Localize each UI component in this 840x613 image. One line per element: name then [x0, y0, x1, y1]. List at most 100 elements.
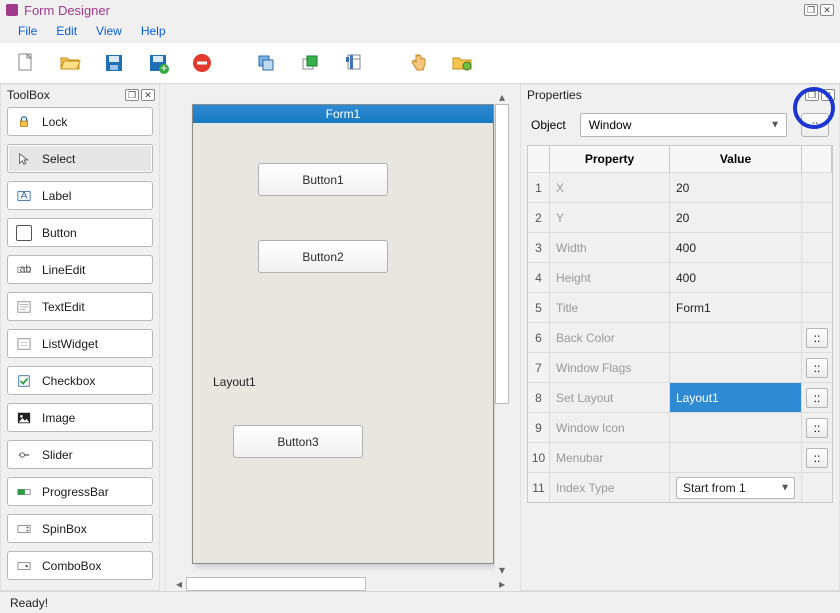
tool-textedit-icon: [16, 299, 32, 315]
toolbox-panel: ToolBox ❐ ✕ Lock Select ALabel Button abLine…: [0, 84, 160, 591]
tool-spinbox[interactable]: SpinBox: [7, 514, 153, 543]
tool-lineedit[interactable]: abLineEdit: [7, 255, 153, 284]
property-row[interactable]: 8Set LayoutLayout1::: [528, 382, 832, 412]
property-value-cell[interactable]: [670, 353, 802, 382]
horizontal-scroll-thumb[interactable]: [186, 577, 366, 591]
designer-form[interactable]: Form1 Button1 Button2 Layout1 Button3: [192, 104, 494, 564]
object-more-button[interactable]: ::: [801, 113, 829, 137]
property-ext-cell: [802, 293, 832, 322]
tool-item-label: Button: [42, 226, 77, 240]
horizontal-scrollbar[interactable]: ◂ ▸: [172, 577, 509, 591]
property-value-combo[interactable]: Start from 1▼: [676, 477, 795, 499]
tool-lock[interactable]: Lock: [7, 107, 153, 136]
tool-combobox[interactable]: ComboBox: [7, 551, 153, 580]
toolbox-list[interactable]: Lock Select ALabel Button abLineEdit TextEdit…: [1, 105, 159, 590]
chevron-down-icon: ▼: [770, 120, 780, 131]
menu-file[interactable]: File: [10, 22, 45, 40]
property-value-cell[interactable]: Start from 1▼: [670, 473, 802, 502]
menu-help[interactable]: Help: [133, 22, 174, 40]
open-folder-icon[interactable]: [54, 47, 86, 79]
app-title: Form Designer: [24, 3, 110, 18]
property-ext-cell: ::: [802, 353, 832, 382]
property-value-cell[interactable]: [670, 323, 802, 352]
tool-image[interactable]: Image: [7, 403, 153, 432]
vertical-scroll-thumb[interactable]: [495, 104, 509, 404]
property-value-cell[interactable]: [670, 443, 802, 472]
property-value-cell[interactable]: Form1: [670, 293, 802, 322]
form-button1[interactable]: Button1: [258, 163, 388, 196]
property-more-button[interactable]: ::: [806, 328, 828, 348]
save-icon[interactable]: [98, 47, 130, 79]
property-more-button[interactable]: ::: [806, 358, 828, 378]
toolbox-close-button[interactable]: ✕: [141, 89, 155, 101]
bring-front-icon[interactable]: [294, 47, 326, 79]
toolbox-header: ToolBox ❐ ✕: [1, 85, 159, 105]
properties-float-button[interactable]: ❐: [805, 89, 819, 101]
property-more-button[interactable]: ::: [806, 418, 828, 438]
scroll-down-icon[interactable]: ▾: [495, 563, 509, 577]
send-back-icon[interactable]: [338, 47, 370, 79]
vertical-scrollbar[interactable]: ▴ ▾: [495, 90, 509, 577]
tool-item-label: Label: [42, 189, 71, 203]
scroll-right-icon[interactable]: ▸: [495, 577, 509, 591]
tool-textedit[interactable]: TextEdit: [7, 292, 153, 321]
scroll-up-icon[interactable]: ▴: [495, 90, 509, 104]
tool-slider[interactable]: Slider: [7, 440, 153, 469]
window-restore-button[interactable]: ❐: [804, 4, 818, 16]
row-number: 5: [528, 293, 550, 322]
project-folder-icon[interactable]: [446, 47, 478, 79]
property-value: 400: [676, 271, 696, 285]
property-value-cell[interactable]: 400: [670, 233, 802, 262]
property-row[interactable]: 2Y20: [528, 202, 832, 232]
row-number: 10: [528, 443, 550, 472]
properties-close-button[interactable]: ✕: [821, 89, 835, 101]
property-value-cell[interactable]: 400: [670, 263, 802, 292]
property-row[interactable]: 4Height400: [528, 262, 832, 292]
property-more-button[interactable]: ::: [806, 448, 828, 468]
property-row[interactable]: 11Index TypeStart from 1▼: [528, 472, 832, 502]
delete-icon[interactable]: [186, 47, 218, 79]
window-close-button[interactable]: ✕: [820, 4, 834, 16]
tool-label[interactable]: ALabel: [7, 181, 153, 210]
svg-text:+: +: [160, 61, 167, 75]
property-row[interactable]: 1X20: [528, 172, 832, 202]
tool-image-icon: [16, 410, 32, 426]
property-row[interactable]: 10Menubar::: [528, 442, 832, 472]
menu-edit[interactable]: Edit: [48, 22, 85, 40]
hand-cursor-icon[interactable]: [402, 47, 434, 79]
property-row[interactable]: 9Window Icon::: [528, 412, 832, 442]
row-number: 9: [528, 413, 550, 442]
property-value-cell[interactable]: 20: [670, 173, 802, 202]
tool-button[interactable]: Button: [7, 218, 153, 247]
property-value: 20: [676, 211, 689, 225]
tool-checkbox[interactable]: Checkbox: [7, 366, 153, 395]
status-bar: Ready!: [0, 591, 840, 613]
new-file-icon[interactable]: [10, 47, 42, 79]
property-value-cell[interactable]: Layout1: [670, 383, 802, 412]
form-layout-label[interactable]: Layout1: [213, 375, 256, 389]
property-value-cell[interactable]: 20: [670, 203, 802, 232]
property-row[interactable]: 3Width400: [528, 232, 832, 262]
menu-view[interactable]: View: [88, 22, 130, 40]
duplicate-icon[interactable]: [250, 47, 282, 79]
form-button2[interactable]: Button2: [258, 240, 388, 273]
tool-select[interactable]: Select: [7, 144, 153, 173]
properties-object-row: Object Window ▼ ::: [521, 105, 839, 145]
form-body[interactable]: Button1 Button2 Layout1 Button3: [193, 123, 493, 563]
property-more-button[interactable]: ::: [806, 388, 828, 408]
tool-progressbar[interactable]: ProgressBar: [7, 477, 153, 506]
property-value-cell[interactable]: [670, 413, 802, 442]
form-button3[interactable]: Button3: [233, 425, 363, 458]
property-name: Window Icon: [550, 413, 670, 442]
properties-title: Properties: [527, 88, 582, 102]
property-row[interactable]: 5TitleForm1: [528, 292, 832, 322]
tool-listwidget[interactable]: ListWidget: [7, 329, 153, 358]
canvas-scroll[interactable]: Form1 Button1 Button2 Layout1 Button3 ▴ …: [172, 90, 509, 577]
object-selector[interactable]: Window ▼: [580, 113, 787, 137]
save-as-icon[interactable]: +: [142, 47, 174, 79]
toolbox-float-button[interactable]: ❐: [125, 89, 139, 101]
property-row[interactable]: 7Window Flags::: [528, 352, 832, 382]
property-ext-cell: [802, 263, 832, 292]
scroll-left-icon[interactable]: ◂: [172, 577, 186, 591]
property-row[interactable]: 6Back Color::: [528, 322, 832, 352]
